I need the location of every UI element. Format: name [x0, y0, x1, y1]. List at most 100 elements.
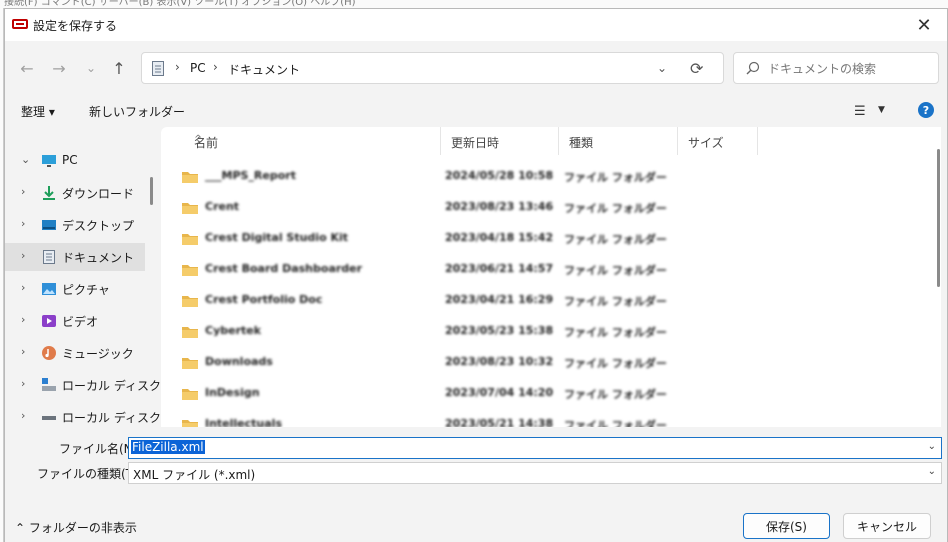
chevron-down-icon[interactable]: ⌄: [21, 153, 30, 166]
address-dropdown-icon[interactable]: ⌄: [657, 61, 667, 75]
address-bar[interactable]: › PC › ドキュメント ⌄ ⟳: [141, 52, 724, 84]
folder-icon: [182, 296, 198, 307]
file-type: ファイル フォルダー: [564, 419, 667, 427]
forward-arrow-icon: →: [52, 58, 66, 78]
file-row[interactable]: Crest Board Dashboarder 2023/06/21 14:57 フ…: [161, 254, 721, 285]
file-type: ファイル フォルダー: [564, 326, 667, 339]
file-type: ファイル フォルダー: [564, 264, 667, 277]
search-input[interactable]: [768, 59, 928, 79]
sidebar-item-local-disk-c[interactable]: › ローカル ディスク (: [5, 371, 169, 399]
file-row[interactable]: InDesign 2023/07/04 14:20 ファイル フォルダー: [161, 378, 721, 409]
file-row[interactable]: Crest Portfolio Doc 2023/04/21 16:29 ファイル …: [161, 285, 721, 316]
folder-icon: [182, 265, 198, 276]
filename-field[interactable]: FileZilla.xml ⌄: [128, 437, 942, 459]
breadcrumb-separator: ›: [175, 60, 180, 74]
file-modified: 2023/05/21 14:38: [445, 417, 554, 427]
chevron-right-icon[interactable]: ›: [21, 281, 25, 294]
sidebar-item-documents[interactable]: › ドキュメント: [5, 243, 145, 271]
chevron-right-icon[interactable]: ›: [21, 409, 25, 422]
file-name: Crest Portfolio Doc: [205, 293, 323, 306]
forward-button[interactable]: →: [47, 56, 71, 80]
folder-icon: [182, 203, 198, 214]
chevron-right-icon[interactable]: ›: [21, 217, 25, 230]
close-button[interactable]: ✕: [901, 9, 947, 41]
cancel-button[interactable]: キャンセル: [843, 513, 931, 539]
folder-icon: [182, 420, 198, 427]
sort-ascending-icon: ^: [194, 134, 203, 145]
file-type: ファイル フォルダー: [564, 357, 667, 370]
file-modified: 2023/06/21 14:57: [445, 262, 554, 275]
view-options-caret-icon[interactable]: ▼: [878, 105, 885, 115]
search-box[interactable]: [733, 52, 939, 84]
back-button[interactable]: ←: [15, 56, 39, 80]
filename-history-dropdown-icon[interactable]: ⌄: [928, 441, 936, 452]
sidebar-item-pc[interactable]: ⌄ PC: [5, 147, 145, 175]
file-row[interactable]: ___MPS_Report 2024/05/28 10:58 ファイル フォルダー: [161, 161, 721, 192]
title-bar: 設定を保存する ✕: [5, 9, 947, 41]
filename-value[interactable]: FileZilla.xml: [131, 440, 205, 454]
hide-folders-button[interactable]: ⌃ フォルダーの非表示: [15, 519, 137, 536]
chevron-right-icon[interactable]: ›: [21, 345, 25, 358]
file-row[interactable]: Crent 2023/08/23 13:46 ファイル フォルダー: [161, 192, 721, 223]
save-button[interactable]: 保存(S): [743, 513, 830, 539]
music-icon: [42, 346, 56, 360]
column-header-type[interactable]: 種類: [559, 127, 678, 155]
sidebar-item-label: PC: [62, 153, 78, 167]
file-list-scrollbar[interactable]: [937, 149, 940, 287]
file-name: Downloads: [205, 355, 273, 368]
organize-button[interactable]: 整理 ▾: [21, 103, 55, 120]
new-folder-button[interactable]: 新しいフォルダー: [89, 103, 185, 120]
file-row[interactable]: Downloads 2023/08/23 10:32 ファイル フォルダー: [161, 347, 721, 378]
column-header-size[interactable]: サイズ: [678, 127, 758, 155]
chevron-right-icon[interactable]: ›: [21, 377, 25, 390]
file-modified: 2024/05/28 10:58: [445, 169, 554, 182]
drive-icon: [42, 416, 56, 420]
sidebar-item-desktop[interactable]: › デスクトップ: [5, 211, 145, 239]
refresh-icon[interactable]: ⟳: [690, 59, 703, 78]
file-name: Crest Board Dashboarder: [205, 262, 363, 275]
file-name: Crent: [205, 200, 240, 213]
view-options-icon[interactable]: ☰: [854, 104, 866, 119]
sidebar-item-label: ダウンロード: [62, 187, 135, 201]
recent-locations-button[interactable]: ⌄: [79, 56, 103, 80]
chevron-right-icon[interactable]: ›: [21, 185, 25, 198]
sidebar-item-downloads[interactable]: › ダウンロード: [5, 179, 145, 207]
local-disk-icon: [42, 378, 56, 391]
sidebar-item-label: ミュージック: [62, 347, 134, 361]
column-header-modified[interactable]: 更新日時: [441, 127, 559, 155]
up-button[interactable]: ↑: [107, 56, 131, 80]
folder-icon: [182, 234, 198, 245]
file-modified: 2023/07/04 14:20: [445, 386, 554, 399]
file-modified: 2023/04/21 16:29: [445, 293, 554, 306]
download-icon: [43, 186, 55, 200]
file-list: 名前 ^ 更新日時 種類 サイズ ___MPS_Report 2024/05/28…: [161, 127, 941, 427]
navigation-scrollbar[interactable]: [150, 177, 153, 205]
file-type: ファイル フォルダー: [564, 388, 667, 401]
breadcrumb-documents[interactable]: ドキュメント: [228, 61, 300, 78]
file-modified: 2023/08/23 13:46: [445, 200, 554, 213]
back-arrow-icon: ←: [20, 58, 34, 78]
sidebar-item-label: ピクチャ: [62, 283, 110, 297]
file-row[interactable]: Intellectuals 2023/05/21 14:38 ファイル フォルダー: [161, 409, 721, 427]
help-icon[interactable]: ?: [918, 102, 934, 118]
documents-icon: [43, 250, 55, 264]
column-header-name[interactable]: 名前 ^: [184, 127, 441, 155]
breadcrumb-pc[interactable]: PC: [190, 61, 206, 75]
filetype-select[interactable]: XML ファイル (*.xml) ⌄: [128, 462, 942, 484]
file-type: ファイル フォルダー: [564, 233, 667, 246]
documents-location-icon: [152, 61, 164, 76]
file-row[interactable]: Crest Digital Studio Kit 2023/04/18 15:42…: [161, 223, 721, 254]
sidebar-item-videos[interactable]: › ビデオ: [5, 307, 145, 335]
navigation-pane: ⌄ PC › ダウンロード › デスクトップ › ドキュメント › ピクチャ ›…: [5, 127, 169, 427]
dialog-footer: ファイル名(N): FileZilla.xml ⌄ ファイルの種類(T): XM…: [5, 427, 947, 542]
filetype-value: XML ファイル (*.xml): [133, 468, 256, 482]
sidebar-item-pictures[interactable]: › ピクチャ: [5, 275, 145, 303]
file-row[interactable]: Cybertek 2023/05/23 15:38 ファイル フォルダー: [161, 316, 721, 347]
chevron-down-icon[interactable]: ⌄: [928, 466, 936, 477]
chevron-right-icon[interactable]: ›: [21, 249, 25, 262]
sidebar-item-music[interactable]: › ミュージック: [5, 339, 145, 367]
filezilla-app-icon: [12, 19, 28, 29]
file-modified: 2023/04/18 15:42: [445, 231, 554, 244]
chevron-right-icon[interactable]: ›: [21, 313, 25, 326]
sidebar-item-label: ローカル ディスク (: [62, 379, 170, 393]
